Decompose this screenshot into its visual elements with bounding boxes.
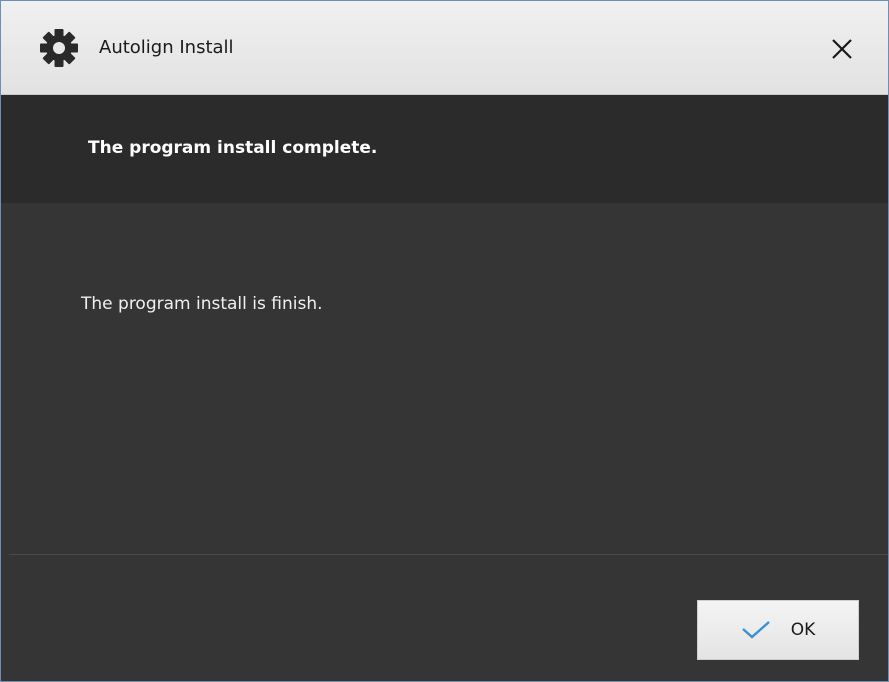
footer: OK [1, 555, 888, 681]
installer-dialog: Autolign Install The program install com… [0, 0, 889, 682]
window-title: Autolign Install [99, 37, 234, 58]
page-title: The program install complete. [88, 138, 378, 158]
checkmark-icon [741, 621, 770, 639]
header-band: The program install complete. [1, 95, 888, 203]
close-button[interactable] [819, 26, 865, 72]
gear-icon [39, 28, 79, 68]
ok-button-label: OK [790, 620, 816, 640]
content-area: The program install is finish. [1, 203, 888, 553]
status-message: The program install is finish. [81, 294, 323, 314]
close-icon [832, 39, 852, 59]
ok-button[interactable]: OK [697, 600, 859, 660]
title-bar[interactable]: Autolign Install [1, 1, 888, 95]
